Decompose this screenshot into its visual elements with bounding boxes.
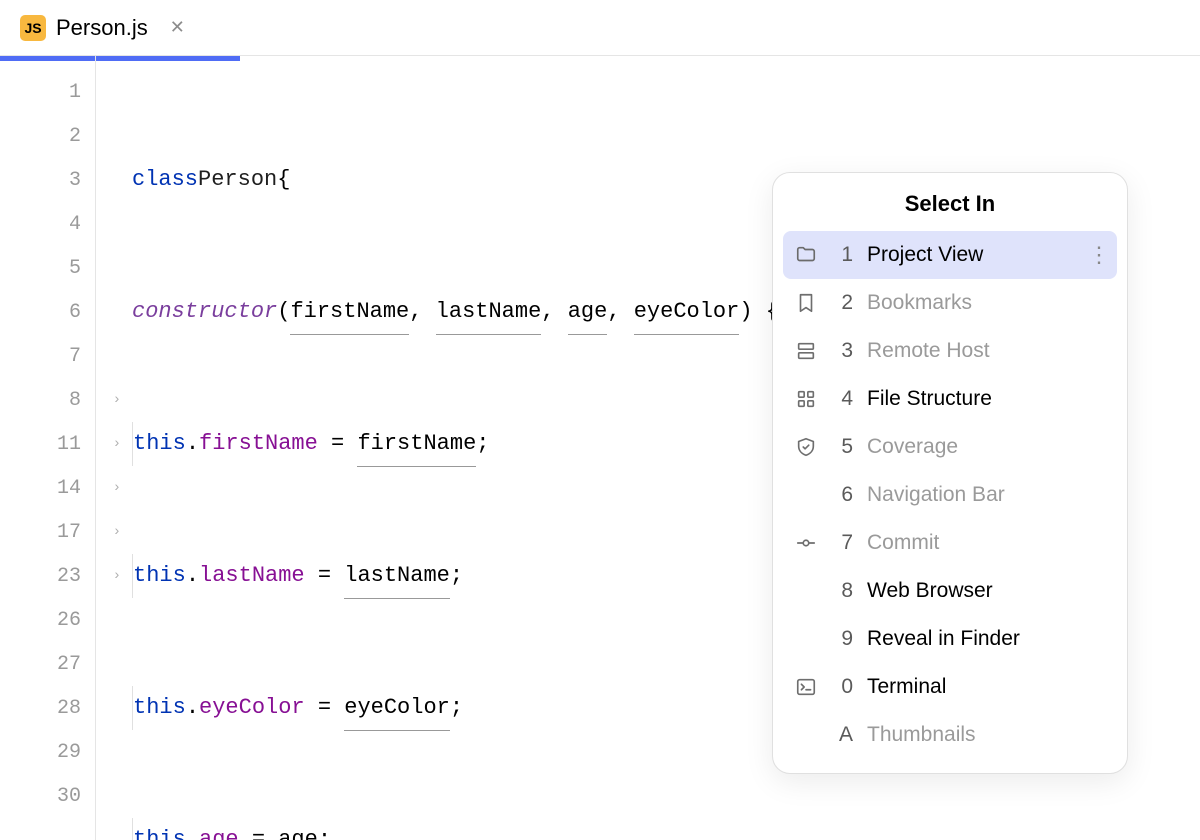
- gutter-line: 17›: [0, 510, 95, 554]
- remote-icon: [791, 340, 821, 362]
- bookmark-icon: [791, 292, 821, 314]
- gutter-line: 11›: [0, 422, 95, 466]
- fold-arrow-icon[interactable]: ›: [113, 480, 121, 496]
- popup-item-key: 1: [835, 243, 853, 267]
- code-line: this.age = age;: [132, 818, 779, 840]
- code-line: class Person {: [132, 158, 779, 202]
- commit-icon: [791, 532, 821, 554]
- gutter-line: 28: [0, 686, 95, 730]
- popup-item-remote-host[interactable]: 3 Remote Host: [773, 327, 1127, 375]
- popup-item-thumbnails[interactable]: A Thumbnails: [773, 711, 1127, 759]
- popup-item-key: A: [835, 723, 853, 747]
- gutter-line: 4: [0, 202, 95, 246]
- popup-item-label: Project View: [867, 243, 1074, 267]
- popup-item-reveal-in-finder[interactable]: 9 Reveal in Finder: [773, 615, 1127, 663]
- gutter-line: 2: [0, 114, 95, 158]
- terminal-icon: [791, 676, 821, 698]
- more-icon[interactable]: ⋮: [1088, 242, 1109, 268]
- gutter-line: 26: [0, 598, 95, 642]
- popup-list: 1 Project View ⋮ 2 Bookmarks 3 Remote Host 4 Fil…: [773, 231, 1127, 759]
- code-line: this.lastName = lastName;: [132, 554, 779, 598]
- popup-item-label: Bookmarks: [867, 291, 1109, 315]
- gutter-line: 14›: [0, 466, 95, 510]
- fold-arrow-icon[interactable]: ›: [113, 392, 121, 408]
- popup-item-label: File Structure: [867, 387, 1109, 411]
- close-icon[interactable]: ✕: [170, 17, 185, 38]
- tab-filename: Person.js: [56, 15, 148, 41]
- popup-item-key: 3: [835, 339, 853, 363]
- gutter-line: 3: [0, 158, 95, 202]
- gutter-line: 7: [0, 334, 95, 378]
- popup-item-key: 8: [835, 579, 853, 603]
- popup-item-key: 7: [835, 531, 853, 555]
- popup-item-label: Terminal: [867, 675, 1109, 699]
- popup-item-bookmarks[interactable]: 2 Bookmarks: [773, 279, 1127, 327]
- gutter-line: 6: [0, 290, 95, 334]
- gutter: 12345678›11›14›17›23›2627282930: [0, 56, 96, 840]
- popup-item-label: Navigation Bar: [867, 483, 1109, 507]
- popup-item-label: Remote Host: [867, 339, 1109, 363]
- gutter-line: 23›: [0, 554, 95, 598]
- file-tab[interactable]: JS Person.js ✕: [0, 0, 205, 55]
- code-line: this.firstName = firstName;: [132, 422, 779, 466]
- gutter-line: 1: [0, 70, 95, 114]
- popup-item-commit[interactable]: 7 Commit: [773, 519, 1127, 567]
- popup-item-key: 5: [835, 435, 853, 459]
- popup-item-navigation-bar[interactable]: 6 Navigation Bar: [773, 471, 1127, 519]
- popup-item-web-browser[interactable]: 8 Web Browser: [773, 567, 1127, 615]
- popup-item-label: Reveal in Finder: [867, 627, 1109, 651]
- gutter-line: 29: [0, 730, 95, 774]
- popup-item-label: Coverage: [867, 435, 1109, 459]
- popup-item-key: 9: [835, 627, 853, 651]
- popup-item-project-view[interactable]: 1 Project View ⋮: [783, 231, 1117, 279]
- shield-icon: [791, 436, 821, 458]
- structure-icon: [791, 388, 821, 410]
- code-area[interactable]: class Person { constructor(firstName, la…: [96, 56, 779, 840]
- folder-icon: [791, 244, 821, 266]
- fold-arrow-icon[interactable]: ›: [113, 436, 121, 452]
- tab-bar: JS Person.js ✕: [0, 0, 1200, 56]
- popup-item-terminal[interactable]: 0 Terminal: [773, 663, 1127, 711]
- code-line: this.eyeColor = eyeColor;: [132, 686, 779, 730]
- gutter-line: 30: [0, 774, 95, 818]
- fold-arrow-icon[interactable]: ›: [113, 568, 121, 584]
- popup-item-key: 6: [835, 483, 853, 507]
- popup-title: Select In: [773, 191, 1127, 231]
- popup-item-coverage[interactable]: 5 Coverage: [773, 423, 1127, 471]
- popup-item-key: 0: [835, 675, 853, 699]
- popup-item-label: Thumbnails: [867, 723, 1109, 747]
- gutter-line: 8›: [0, 378, 95, 422]
- popup-item-key: 2: [835, 291, 853, 315]
- popup-item-label: Commit: [867, 531, 1109, 555]
- popup-item-file-structure[interactable]: 4 File Structure: [773, 375, 1127, 423]
- gutter-line: 27: [0, 642, 95, 686]
- fold-arrow-icon[interactable]: ›: [113, 524, 121, 540]
- popup-item-key: 4: [835, 387, 853, 411]
- code-line: constructor(firstName, lastName, age, ey…: [132, 290, 779, 334]
- gutter-line: 5: [0, 246, 95, 290]
- popup-item-label: Web Browser: [867, 579, 1109, 603]
- js-file-icon: JS: [20, 15, 46, 41]
- select-in-popup: Select In 1 Project View ⋮ 2 Bookmarks 3 Remot…: [772, 172, 1128, 774]
